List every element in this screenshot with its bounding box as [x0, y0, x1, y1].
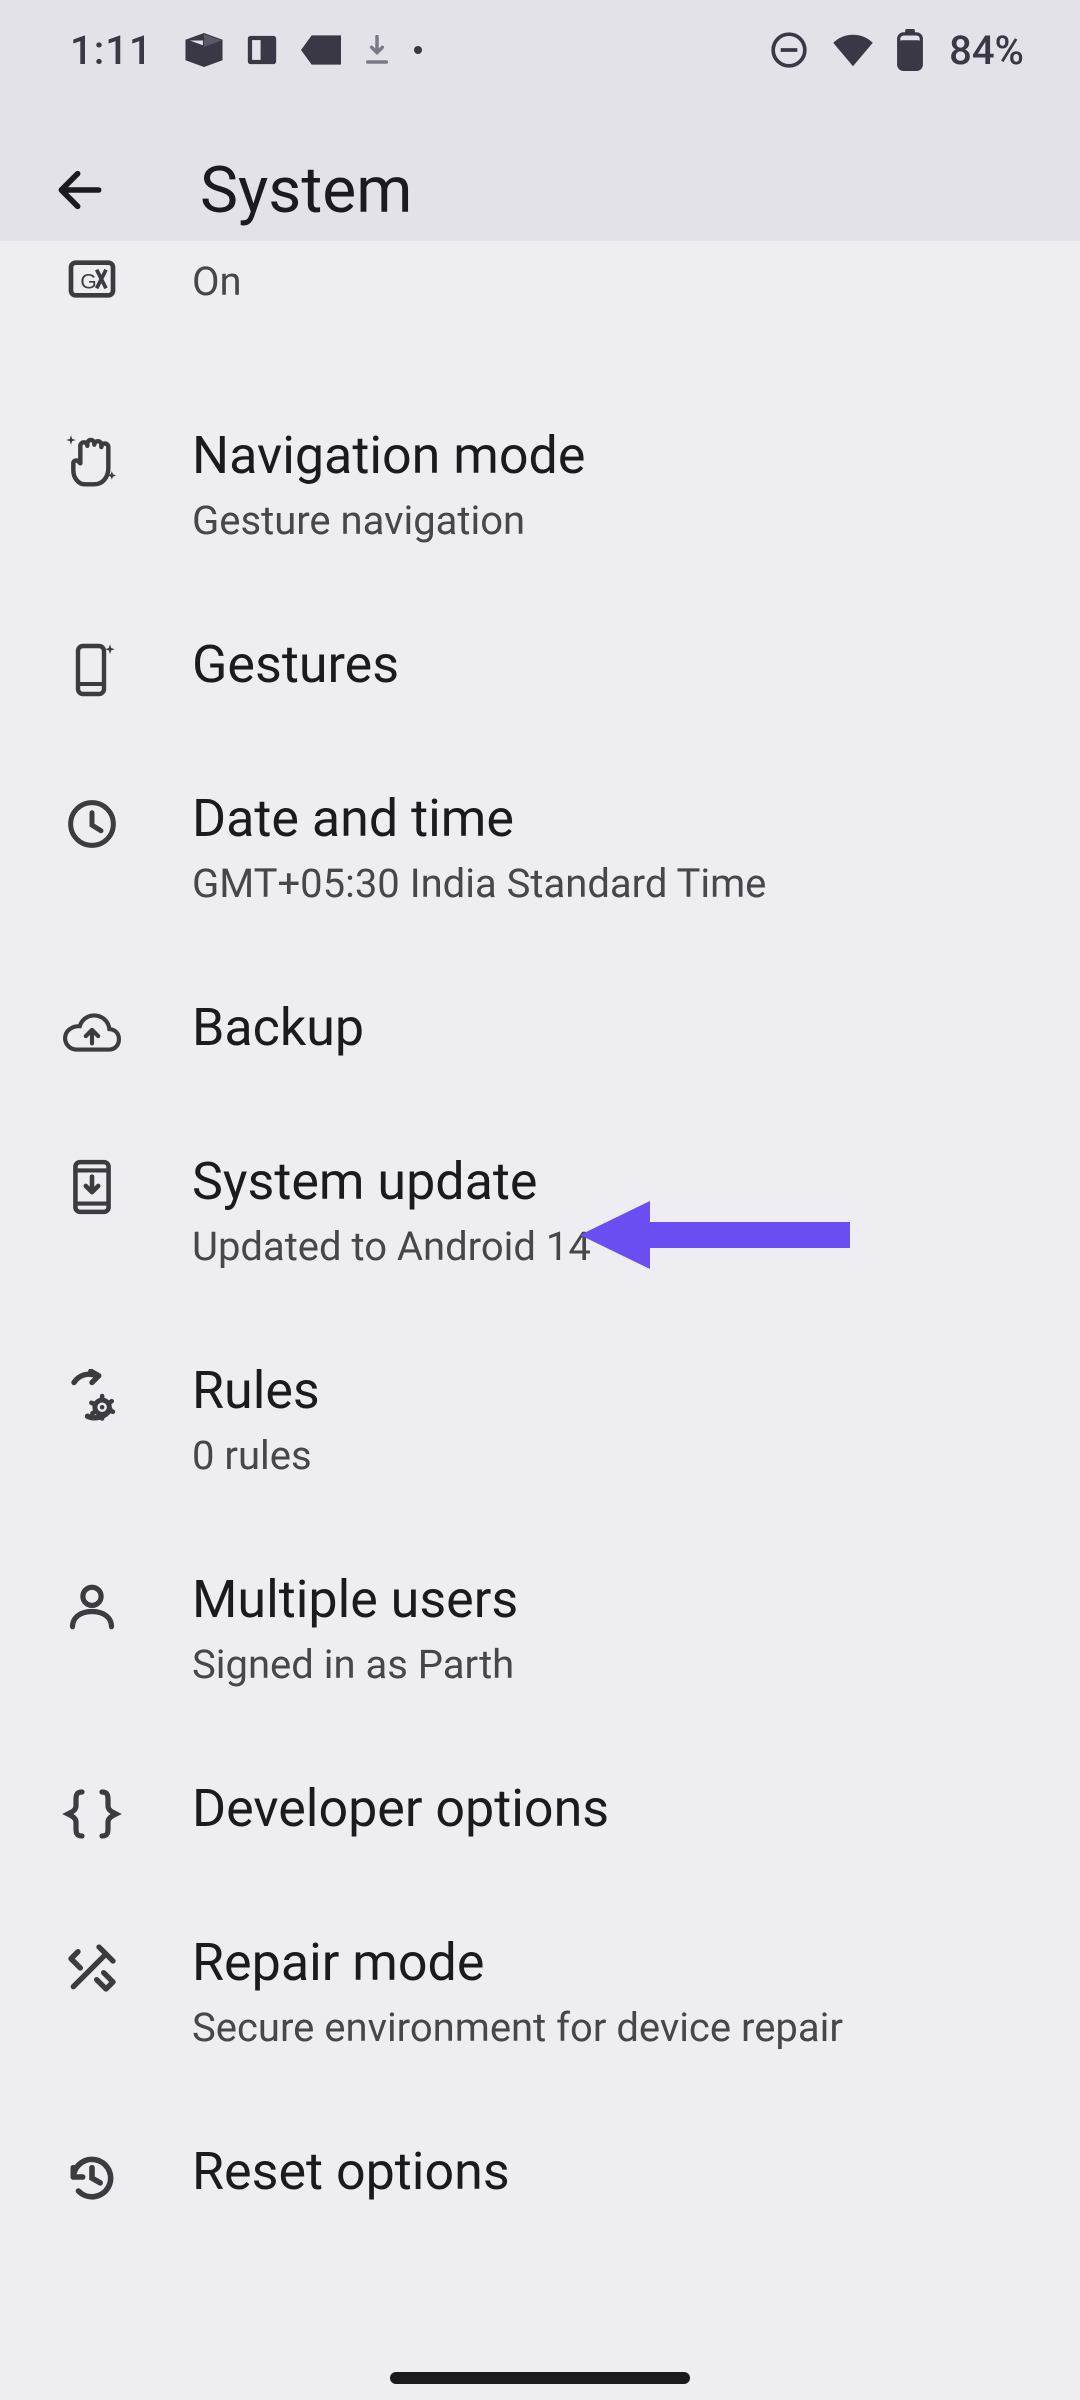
- row-backup[interactable]: Backup: [0, 953, 1080, 1107]
- translate-icon: G: [60, 247, 124, 311]
- row-navigation-mode[interactable]: Navigation mode Gesture navigation: [0, 381, 1080, 590]
- status-bar: 1:11 84%: [0, 0, 1080, 100]
- row-title: System update: [192, 1149, 591, 1214]
- row-repair-mode[interactable]: Repair mode Secure environment for devic…: [0, 1888, 1080, 2097]
- phone-sparkle-icon: [60, 638, 124, 702]
- person-icon: [60, 1573, 124, 1637]
- row-subtitle: Updated to Android 14: [192, 1220, 591, 1274]
- clock-icon: [60, 792, 124, 856]
- status-left: 1:11: [70, 27, 423, 74]
- download-notification-icon: [363, 34, 391, 66]
- panel-notification-icon: [245, 33, 279, 67]
- battery-icon: [897, 29, 923, 71]
- cloud-upload-icon: [60, 1001, 124, 1065]
- hand-sparkle-icon: [60, 429, 124, 493]
- row-title: Repair mode: [192, 1930, 843, 1995]
- row-title: Developer options: [192, 1776, 609, 1841]
- row-subtitle: 0 rules: [192, 1429, 320, 1483]
- row-subtitle: On: [192, 255, 512, 309]
- row-developer-options[interactable]: Developer options: [0, 1734, 1080, 1888]
- row-system-update[interactable]: System update Updated to Android 14: [0, 1107, 1080, 1316]
- row-title: Backup: [192, 995, 364, 1060]
- row-rules[interactable]: Rules 0 rules: [0, 1316, 1080, 1525]
- restore-icon: [60, 2145, 124, 2209]
- row-subtitle: Gesture navigation: [192, 494, 585, 548]
- settings-list[interactable]: G Live Translate On Navigation mode Gest…: [0, 241, 1080, 2251]
- row-subtitle: Secure environment for device repair: [192, 2001, 843, 2055]
- dnd-icon: [769, 30, 809, 70]
- page-title: System: [200, 153, 412, 228]
- tag-notification-icon: [301, 35, 341, 65]
- row-live-translate[interactable]: G Live Translate On: [0, 241, 1080, 381]
- svg-text:G: G: [80, 270, 96, 293]
- status-right: 84%: [769, 27, 1024, 74]
- row-title: Multiple users: [192, 1567, 518, 1632]
- row-reset-options[interactable]: Reset options: [0, 2097, 1080, 2251]
- navigation-bar[interactable]: [0, 2372, 1080, 2384]
- row-title: Date and time: [192, 786, 766, 851]
- row-title: Gestures: [192, 632, 399, 697]
- box-notification-icon: [185, 33, 223, 67]
- row-subtitle: Signed in as Parth: [192, 1638, 518, 1692]
- dot-notification-icon: [413, 45, 423, 55]
- battery-percentage: 84%: [949, 27, 1024, 74]
- row-title: Reset options: [192, 2139, 510, 2204]
- back-button[interactable]: [40, 150, 120, 230]
- arrow-back-icon: [52, 162, 108, 218]
- wifi-icon: [831, 32, 875, 68]
- tools-icon: [60, 1936, 124, 2000]
- rules-icon: [60, 1364, 124, 1428]
- row-date-time[interactable]: Date and time GMT+05:30 India Standard T…: [0, 744, 1080, 953]
- row-title: Rules: [192, 1358, 320, 1423]
- nav-pill[interactable]: [390, 2372, 690, 2384]
- braces-icon: [60, 1782, 124, 1846]
- row-multiple-users[interactable]: Multiple users Signed in as Parth: [0, 1525, 1080, 1734]
- status-clock: 1:11: [70, 27, 153, 74]
- row-title: Navigation mode: [192, 423, 585, 488]
- row-gestures[interactable]: Gestures: [0, 590, 1080, 744]
- phone-download-icon: [60, 1155, 124, 1219]
- row-subtitle: GMT+05:30 India Standard Time: [192, 857, 766, 911]
